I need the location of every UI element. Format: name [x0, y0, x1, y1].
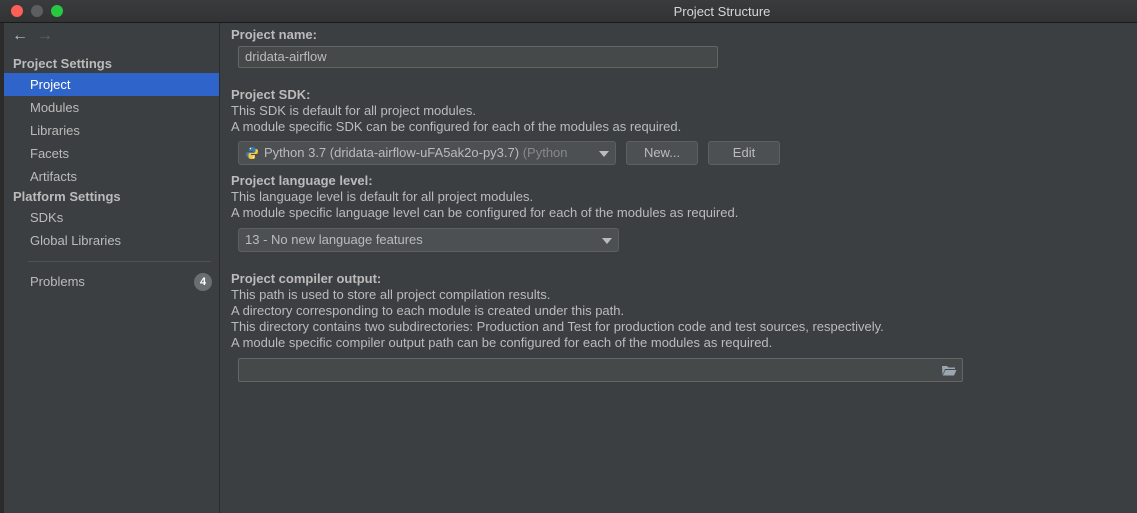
chevron-down-icon [599, 151, 609, 157]
window-titlebar: Project Structure [0, 0, 1137, 23]
problems-label: Problems [30, 274, 85, 289]
language-level-label: Project language level: [231, 173, 373, 188]
problems-count-badge: 4 [194, 273, 212, 291]
sidebar-item-global-libraries[interactable]: Global Libraries [4, 229, 219, 252]
compiler-output-description-2: A directory corresponding to each module… [231, 303, 625, 318]
project-sdk-label: Project SDK: [231, 87, 311, 102]
compiler-output-label: Project compiler output: [231, 271, 382, 286]
chevron-down-icon [602, 238, 612, 244]
language-level-description-1: This language level is default for all p… [231, 189, 534, 204]
project-sdk-description-1: This SDK is default for all project modu… [231, 103, 476, 118]
new-sdk-button[interactable]: New... [626, 141, 698, 165]
project-sdk-dropdown[interactable]: Python 3.7 (dridata-airflow-uFA5ak2o-py3… [238, 141, 616, 165]
back-arrow-icon[interactable]: ← [12, 27, 28, 45]
edit-sdk-button[interactable]: Edit [708, 141, 780, 165]
sidebar-item-modules[interactable]: Modules [4, 96, 219, 119]
project-sdk-description-2: A module specific SDK can be configured … [231, 119, 682, 134]
sidebar-item-sdks[interactable]: SDKs [4, 206, 219, 229]
sidebar: ← → Project Settings Project Modules Lib… [4, 23, 219, 513]
project-settings-header: Project Settings [13, 56, 112, 71]
folder-open-icon[interactable] [941, 363, 957, 377]
sidebar-item-project[interactable]: Project [4, 73, 219, 96]
project-name-label: Project name: [231, 27, 317, 42]
sidebar-item-libraries[interactable]: Libraries [4, 119, 219, 142]
compiler-output-description-3: This directory contains two subdirectori… [231, 319, 884, 334]
sidebar-item-facets[interactable]: Facets [4, 142, 219, 165]
forward-arrow-icon[interactable]: → [37, 27, 53, 45]
project-sdk-suffix: (Python [522, 145, 568, 160]
language-level-dropdown[interactable]: 13 - No new language features [238, 228, 619, 252]
platform-settings-header: Platform Settings [13, 189, 121, 204]
window-title: Project Structure [673, 4, 771, 19]
sidebar-divider [28, 261, 211, 262]
python-icon [246, 147, 258, 159]
compiler-output-description-1: This path is used to store all project c… [231, 287, 551, 302]
language-level-description-2: A module specific language level can be … [231, 205, 739, 220]
project-name-input[interactable]: dridata-airflow [238, 46, 718, 68]
project-settings-panel: Project name: dridata-airflow Project SD… [219, 23, 1137, 513]
compiler-output-description-4: A module specific compiler output path c… [231, 335, 773, 350]
compiler-output-path-input[interactable] [238, 358, 963, 382]
project-sdk-value: Python 3.7 (dridata-airflow-uFA5ak2o-py3… [264, 145, 520, 160]
language-level-value: 13 - No new language features [245, 232, 423, 247]
sidebar-item-artifacts[interactable]: Artifacts [4, 165, 219, 188]
sidebar-item-problems[interactable]: Problems 4 [4, 270, 219, 293]
